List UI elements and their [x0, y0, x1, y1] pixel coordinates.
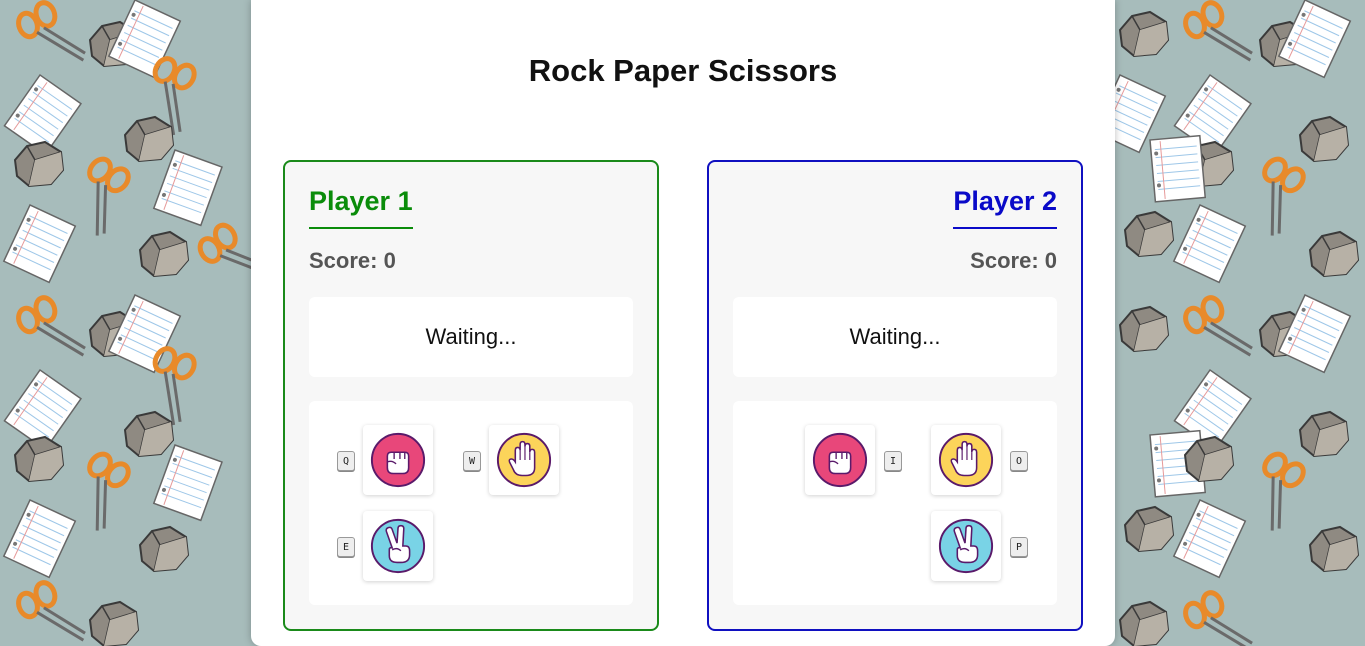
fist-icon	[370, 432, 426, 488]
pattern-left	[3, 0, 274, 646]
key-hint-p: P	[1010, 537, 1028, 557]
key-hint-i: I	[884, 451, 902, 471]
game-card: Rock Paper Scissors Player 1 Score: 0 Wa…	[251, 0, 1115, 646]
victory-hand-icon	[938, 518, 994, 574]
player-2-score: Score: 0	[970, 248, 1057, 273]
key-hint-o: O	[1010, 451, 1028, 471]
player-1-paper-button[interactable]	[489, 425, 559, 495]
fist-icon	[812, 432, 868, 488]
open-hand-icon	[496, 432, 552, 488]
player-2-status: Waiting...	[733, 297, 1057, 377]
player-1-moves: Q W E	[309, 401, 633, 605]
pattern-right	[1093, 0, 1359, 646]
player-2-moves: I O P	[733, 401, 1057, 605]
player-1-panel: Player 1 Score: 0 Waiting... Q W E	[283, 160, 659, 631]
key-hint-w: W	[463, 451, 481, 471]
key-hint-q: Q	[337, 451, 355, 471]
player-1-scissors-button[interactable]	[363, 511, 433, 581]
player-1-name: Player 1	[309, 186, 413, 229]
key-hint-e: E	[337, 537, 355, 557]
player-1-score: Score: 0	[309, 248, 396, 273]
player-2-paper-button[interactable]	[931, 425, 1001, 495]
player-2-name: Player 2	[953, 186, 1057, 229]
player-2-rock-button[interactable]	[805, 425, 875, 495]
player-2-panel: Player 2 Score: 0 Waiting... I O P	[707, 160, 1083, 631]
player-2-scissors-button[interactable]	[931, 511, 1001, 581]
open-hand-icon	[938, 432, 994, 488]
page-title: Rock Paper Scissors	[528, 53, 838, 88]
victory-hand-icon	[370, 518, 426, 574]
player-1-rock-button[interactable]	[363, 425, 433, 495]
player-1-status: Waiting...	[309, 297, 633, 377]
